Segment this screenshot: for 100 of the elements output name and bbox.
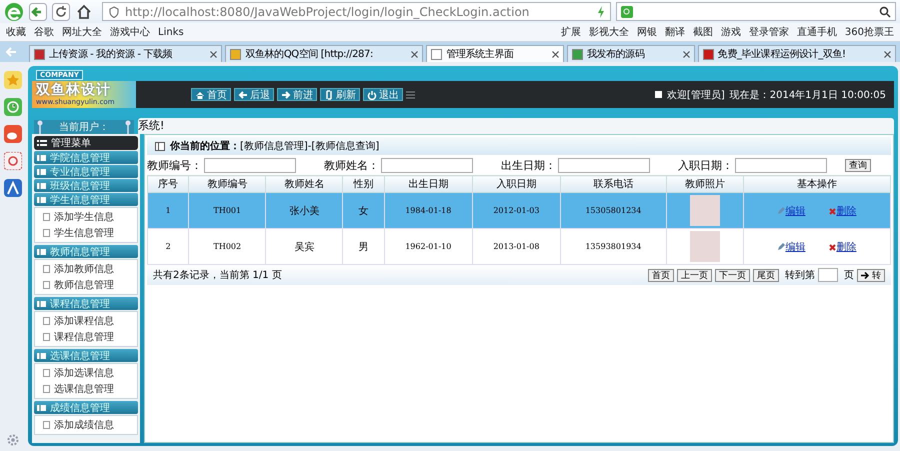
shield-icon bbox=[108, 6, 120, 18]
bookmark-link[interactable]: 收藏 bbox=[6, 25, 26, 39]
column-header: 入职日期 bbox=[472, 176, 560, 192]
bookmark-link[interactable]: Links bbox=[158, 26, 184, 38]
table-cell: 15305801234 bbox=[560, 192, 666, 228]
column-header: 教师姓名 bbox=[266, 176, 343, 192]
menu-item[interactable]: 选课信息管理 bbox=[35, 381, 137, 397]
filter-label: 教师编号： bbox=[147, 158, 202, 172]
settings-icon[interactable] bbox=[6, 433, 20, 447]
extension-button[interactable]: 网银 bbox=[636, 25, 657, 39]
pager-button[interactable]: 下一页 bbox=[715, 268, 750, 282]
extension-button[interactable]: 游戏 bbox=[720, 25, 741, 39]
arrow-icon bbox=[861, 272, 870, 278]
close-tab-icon[interactable] bbox=[552, 50, 559, 58]
go-button[interactable]: 转 bbox=[857, 268, 885, 282]
home-icon[interactable] bbox=[75, 2, 93, 20]
extension-button[interactable]: 直通手机 bbox=[796, 25, 837, 39]
column-header: 性别 bbox=[342, 176, 384, 192]
table-row[interactable]: 1 TH001 张小美 女 1984-01-18 2012-01-03 15305801234 编辑 删除 bbox=[148, 192, 890, 228]
extension-button[interactable]: 360抢票王 bbox=[844, 25, 894, 39]
sidebar-toggle-icon[interactable] bbox=[4, 46, 18, 58]
bookmark-link[interactable]: 谷歌 bbox=[34, 25, 54, 39]
menu-item[interactable]: 添加课程信息 bbox=[35, 313, 137, 329]
input-field[interactable] bbox=[204, 158, 296, 172]
browser-tab[interactable]: 免费_毕业课程运例设计_双鱼! bbox=[698, 45, 896, 62]
weibo-icon[interactable] bbox=[4, 125, 22, 143]
bookmark-link[interactable]: 游戏中心 bbox=[110, 25, 150, 39]
nav-button[interactable]: 后退 bbox=[234, 88, 274, 101]
nav-button[interactable]: 刷新 bbox=[320, 88, 360, 101]
bookmark-link[interactable]: 网址大全 bbox=[62, 25, 102, 39]
input-field[interactable] bbox=[558, 158, 650, 172]
close-tab-icon[interactable] bbox=[682, 50, 690, 58]
page-number-field[interactable] bbox=[818, 268, 838, 282]
scrolling-notice: 系统! bbox=[138, 118, 894, 134]
photo-placeholder bbox=[690, 195, 720, 226]
back-icon[interactable] bbox=[29, 2, 47, 20]
goto-label: 转到第 bbox=[785, 269, 815, 282]
nav-button[interactable]: 首页 bbox=[191, 88, 231, 101]
pencil-icon bbox=[777, 207, 786, 216]
page-unit-label: 页 bbox=[844, 269, 854, 282]
menu-item[interactable]: 教师信息管理 bbox=[35, 277, 137, 293]
browser-tab[interactable]: 我发布的源码 bbox=[566, 45, 695, 62]
extension-button[interactable]: 翻译 bbox=[664, 25, 685, 39]
browser-logo-icon[interactable] bbox=[4, 2, 24, 22]
menu-item[interactable]: 添加学生信息 bbox=[35, 209, 137, 225]
pager-button[interactable]: 尾页 bbox=[753, 268, 779, 282]
menu-group-header[interactable]: 选课信息管理 bbox=[34, 349, 138, 362]
extension-button[interactable]: 登录管家 bbox=[748, 25, 789, 39]
grid-icon bbox=[37, 140, 47, 146]
cross-icon bbox=[829, 244, 836, 251]
browser-tab[interactable]: 上传资源 - 我的资源 - 下载频 bbox=[29, 45, 222, 62]
delete-link[interactable]: 删除 bbox=[836, 206, 856, 216]
search-icon[interactable] bbox=[879, 6, 891, 18]
browser-tab[interactable]: 管理系统主界面 bbox=[426, 45, 564, 62]
input-field[interactable] bbox=[381, 158, 473, 172]
extension-button[interactable]: 扩展 bbox=[560, 25, 581, 39]
extension-button[interactable]: 影视大全 bbox=[588, 25, 629, 39]
record-summary: 共有2条记录，当前第 1/1 页 bbox=[153, 268, 282, 282]
close-tab-icon[interactable] bbox=[411, 50, 418, 58]
target-icon[interactable] bbox=[4, 152, 22, 170]
browser-tab[interactable]: 双鱼林的QQ空间 [http://287: bbox=[225, 45, 424, 62]
pager-button[interactable]: 首页 bbox=[648, 268, 674, 282]
table-cell: 2012-01-03 bbox=[472, 192, 560, 228]
menu-item[interactable]: 添加选课信息 bbox=[35, 365, 137, 381]
nav-button[interactable]: 前进 bbox=[277, 88, 317, 101]
menu-item[interactable]: 课程信息管理 bbox=[35, 329, 137, 345]
pin-icon bbox=[37, 120, 43, 134]
pencil-icon bbox=[777, 243, 786, 252]
table-cell: TH001 bbox=[188, 192, 266, 228]
search-field[interactable] bbox=[616, 2, 896, 21]
menu-title: 管理菜单 bbox=[34, 136, 138, 150]
tent-icon[interactable] bbox=[4, 179, 22, 197]
address-bar[interactable]: http://localhost:8080/JavaWebProject/login/login_CheckLogin.action bbox=[102, 2, 611, 21]
column-header: 出生日期 bbox=[384, 176, 472, 192]
pager-button[interactable]: 上一页 bbox=[677, 268, 712, 282]
menu-item[interactable]: 添加教师信息 bbox=[35, 261, 137, 277]
pin-icon bbox=[125, 120, 131, 134]
edit-link[interactable]: 编辑 bbox=[785, 242, 816, 252]
logo-text: 双鱼林设计 bbox=[36, 83, 112, 98]
menu-item[interactable]: 添加成绩信息 bbox=[35, 417, 137, 433]
close-tab-icon[interactable] bbox=[210, 50, 218, 58]
clock-icon[interactable] bbox=[4, 98, 22, 116]
column-header: 基本操作 bbox=[743, 176, 890, 192]
menu-lines-icon bbox=[406, 90, 415, 98]
page-icon bbox=[43, 421, 50, 429]
input-field[interactable] bbox=[735, 158, 827, 172]
column-header: 序号 bbox=[148, 176, 189, 192]
welcome-text: 欢迎[管理员] bbox=[666, 88, 725, 102]
menu-item[interactable]: 学生信息管理 bbox=[35, 225, 137, 241]
close-tab-icon[interactable] bbox=[884, 50, 891, 58]
breadcrumb-text: 你当前的位置：[教师信息管理]-[教师信息查询] bbox=[170, 140, 380, 153]
edit-link[interactable]: 编辑 bbox=[785, 206, 816, 216]
extension-button[interactable]: 截图 bbox=[692, 25, 713, 39]
table-cell: 女 bbox=[342, 192, 384, 228]
column-header: 教师照片 bbox=[666, 176, 744, 192]
search-button[interactable]: 查询 bbox=[845, 158, 871, 172]
square-icon bbox=[654, 91, 662, 98]
column-header: 教师编号 bbox=[188, 176, 266, 192]
delete-link[interactable]: 删除 bbox=[836, 242, 856, 252]
nav-button[interactable]: 退出 bbox=[363, 88, 403, 101]
